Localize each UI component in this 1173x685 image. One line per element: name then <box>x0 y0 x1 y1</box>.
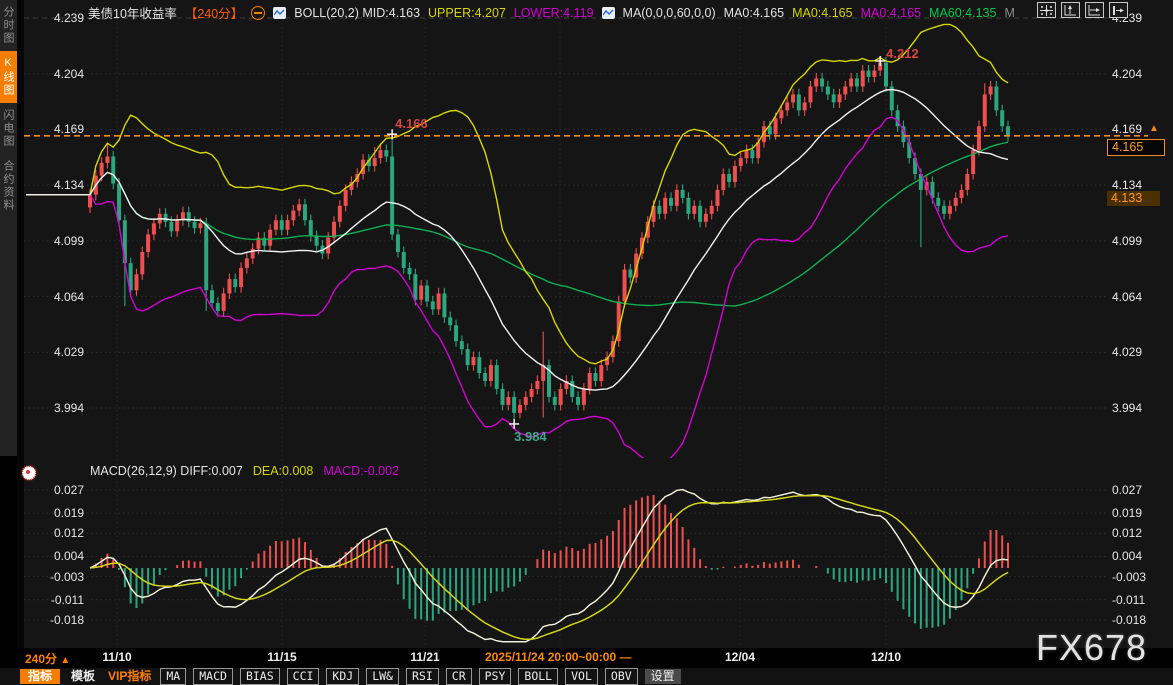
date-label: 11/21 <box>410 650 439 664</box>
zoom-axis-vertical-icon[interactable] <box>1061 2 1080 18</box>
sidebar-tab-3[interactable]: 闪电图 <box>0 103 17 154</box>
toolbar-button-BIAS[interactable]: BIAS <box>240 668 280 685</box>
ma0-yellow-value: MA0:4.165 <box>792 6 852 20</box>
toolbar-button-MA[interactable]: MA <box>160 668 186 685</box>
chart-tool-icons <box>1037 2 1128 18</box>
date-label: 11/10 <box>102 650 131 664</box>
axis-tick-label: 0.012 <box>1112 526 1168 540</box>
axis-tick-label: 4.064 <box>28 290 84 304</box>
axis-tick-label: 4.099 <box>1112 234 1168 248</box>
axis-tick-label: 4.169 <box>1112 122 1168 136</box>
indicator-header: 美债10年收益率【240分】 BOLL(20,2) MID:4.163 UPPER:… <box>88 3 1015 22</box>
svg-text:4.212: 4.212 <box>886 46 919 61</box>
axis-tick-label: 3.994 <box>28 401 84 415</box>
macd-hist-value: MACD:-0.002 <box>323 464 399 478</box>
toolbar-button-指标[interactable]: 指标 <box>20 669 60 684</box>
sidebar-spacer <box>0 456 17 648</box>
axis-tick-label: 0.012 <box>28 526 84 540</box>
axis-tick-label: 3.994 <box>1112 401 1168 415</box>
axis-tick-label: 0.019 <box>28 506 84 520</box>
macd-dea-value: DEA:0.008 <box>253 464 313 478</box>
axis-tick-label: -0.003 <box>1112 570 1168 584</box>
toolbar-button-BOLL[interactable]: BOLL <box>518 668 558 685</box>
mini-chart-icon <box>273 7 286 19</box>
move-crosshair-icon[interactable] <box>1037 2 1056 18</box>
axis-tick-label: 0.004 <box>1112 549 1168 563</box>
toolbar-button-设置[interactable]: 设置 <box>645 669 681 684</box>
time-axis: 240分 ▲ 11/10 11/15 11/21 2025/11/24 20:00~0… <box>0 648 1173 668</box>
period-tag: 【240分】 <box>185 3 243 22</box>
toolbar-button-MACD[interactable]: MACD <box>193 668 233 685</box>
axis-tick-label: 4.204 <box>28 67 84 81</box>
toolbar-button-VIP指标[interactable]: VIP指标 <box>106 669 153 684</box>
ma-more: M <box>1004 6 1014 20</box>
collapse-icon[interactable] <box>251 6 265 20</box>
left-sidebar: 分时图K线图闪电图合约资料 <box>0 0 17 456</box>
boll-lower-value: LOWER:4.119 <box>514 6 594 20</box>
toolbar-button-LW&[interactable]: LW& <box>366 668 399 685</box>
fx678-watermark: FX678 <box>1036 627 1147 669</box>
zoom-axis-horizontal-icon[interactable] <box>1085 2 1104 18</box>
toolbar-button-KDJ[interactable]: KDJ <box>326 668 359 685</box>
axis-tick-label: 0.004 <box>28 549 84 563</box>
ma60-value: MA60:4.135 <box>929 6 996 20</box>
ma0-magenta-value: MA0:4.165 <box>861 6 921 20</box>
axis-tick-label: 4.239 <box>28 11 84 25</box>
chart-canvas[interactable]: 4.166 4.212 3.984 <box>0 0 1173 685</box>
axis-tick-label: 4.029 <box>28 345 84 359</box>
symbol-title: 美债10年收益率 <box>88 3 177 22</box>
boll-upper-value: UPPER:4.207 <box>428 6 506 20</box>
mini-chart-icon <box>602 7 615 19</box>
axis-tick-label: -0.011 <box>28 593 84 607</box>
period-dropdown-icon: ▲ <box>60 655 70 666</box>
trading-terminal: 分时图K线图闪电图合约资料 4.166 4.212 3.984 美债10年收益率【2… <box>0 0 1173 685</box>
axis-tick-label: 4.099 <box>28 234 84 248</box>
time-range-highlight: 2025/11/24 20:00~00:00 — <box>481 650 635 664</box>
axis-tick-label: -0.018 <box>28 613 84 627</box>
sidebar-tab-1[interactable]: 分时图 <box>0 0 17 51</box>
date-label: 12/04 <box>725 650 755 664</box>
toolbar-button-PSY[interactable]: PSY <box>479 668 512 685</box>
period-selector[interactable]: 240分 ▲ <box>25 650 70 667</box>
indicator-toolbar: 指标模板 VIP指标 MA MACD BIAS CCI KDJ LW&RSI CR PSY BOLL… <box>0 668 1173 685</box>
pan-right-icon[interactable] <box>1109 2 1128 18</box>
axis-tick-label: 4.169 <box>28 122 84 136</box>
macd-header: MACD(26,12,9) DIFF:0.007 DEA:0.008 MACD:-0… <box>90 464 399 478</box>
reference-price-badge: 4.133 <box>1107 191 1160 206</box>
boll-mid-value: BOLL(20,2) MID:4.163 <box>294 6 420 20</box>
axis-tick-label: -0.011 <box>1112 593 1168 607</box>
toolbar-button-CR[interactable]: CR <box>446 668 472 685</box>
axis-tick-label: 4.064 <box>1112 290 1168 304</box>
sidebar-tab-4[interactable]: 合约资料 <box>0 154 17 218</box>
axis-tick-label: 4.134 <box>28 178 84 192</box>
axis-tick-label: -0.018 <box>1112 613 1168 627</box>
ma-params: MA(0,0,0,60,0,0) <box>623 6 716 20</box>
toolbar-button-RSI[interactable]: RSI <box>406 668 439 685</box>
sidebar-tab-2[interactable]: K线图 <box>0 51 17 103</box>
date-label: 12/10 <box>871 650 901 664</box>
axis-tick-label: -0.003 <box>28 570 84 584</box>
sidebar-divider <box>17 0 24 648</box>
ma0-white-value: MA0:4.165 <box>724 6 784 20</box>
date-label: 11/15 <box>267 650 296 664</box>
svg-text:3.984: 3.984 <box>514 429 547 444</box>
toolbar-button-VOL[interactable]: VOL <box>565 668 598 685</box>
axis-tick-label: 4.029 <box>1112 345 1168 359</box>
toolbar-button-CCI[interactable]: CCI <box>287 668 320 685</box>
macd-indicator-settings-icon[interactable] <box>22 466 36 480</box>
current-price-arrow-icon: ▲ <box>1149 123 1159 134</box>
macd-diff-value: MACD(26,12,9) DIFF:0.007 <box>90 464 243 478</box>
axis-tick-label: 0.019 <box>1112 506 1168 520</box>
axis-tick-label: 0.027 <box>28 483 84 497</box>
axis-tick-label: 4.204 <box>1112 67 1168 81</box>
axis-tick-label: 0.027 <box>1112 483 1168 497</box>
svg-text:4.166: 4.166 <box>395 116 428 131</box>
current-price-box: 4.165 <box>1107 139 1165 156</box>
toolbar-button-模板[interactable]: 模板 <box>67 669 99 684</box>
toolbar-button-OBV[interactable]: OBV <box>605 668 638 685</box>
